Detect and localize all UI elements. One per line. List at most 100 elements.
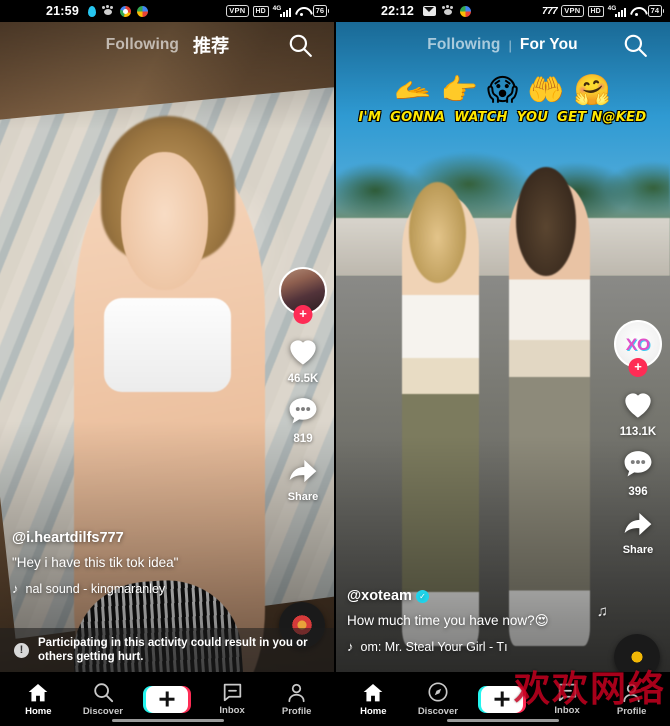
- comment-button[interactable]: 819: [287, 396, 319, 445]
- home-icon: [28, 683, 48, 701]
- mail-icon: [422, 6, 436, 16]
- avatar[interactable]: XO +: [614, 320, 662, 377]
- safety-warning-banner: ! Participating in this activity could r…: [0, 628, 335, 672]
- nav-create[interactable]: [473, 685, 531, 713]
- heart-icon: [621, 388, 655, 424]
- video-sticker-text: 🫴 👉 😱 🤲 🤗 I'M GONNA WATCH YOU GET N@KED: [335, 76, 670, 126]
- music-row[interactable]: ♪ nal sound - kingmaranley: [12, 581, 264, 596]
- battery-badge: 74: [647, 5, 665, 17]
- home-indicator: [111, 719, 224, 722]
- vpn-badge: VPN: [561, 5, 584, 17]
- tab-for-you[interactable]: For You: [520, 36, 578, 54]
- emoji-2: 😱: [486, 74, 519, 107]
- like-button[interactable]: 113.1K: [620, 388, 656, 438]
- right-feed-header: Following | For You: [335, 22, 670, 68]
- dual-phone-screenshot: 21:59 VPN HD 4G 76 Following 推荐 + 46.5K …: [0, 0, 670, 726]
- nav-profile[interactable]: Profile: [268, 682, 326, 717]
- music-row[interactable]: ♪ om: Mr. Steal Your Girl - Tı: [347, 639, 599, 654]
- signal-icon: 4G: [273, 5, 291, 17]
- verified-badge-icon: ✓: [415, 589, 429, 603]
- nav-home-label: Home: [25, 705, 52, 717]
- paw-icon: [101, 6, 114, 16]
- author-handle[interactable]: @i.heartdilfs777: [12, 530, 264, 546]
- search-icon[interactable]: [622, 32, 648, 58]
- tab-for-you[interactable]: 推荐: [193, 32, 229, 58]
- share-button[interactable]: Share: [622, 509, 654, 556]
- battery-badge: 76: [312, 5, 330, 17]
- nav-profile-label: Profile: [281, 705, 312, 717]
- author-handle[interactable]: @xoteam ✓: [347, 588, 599, 604]
- nav-home[interactable]: Home: [9, 682, 67, 717]
- hd-badge: HD: [252, 5, 269, 17]
- like-count: 113.1K: [619, 426, 657, 438]
- chrome-icon: [119, 5, 131, 17]
- music-note-icon: ♪: [347, 639, 354, 654]
- left-feed-header: Following 推荐: [0, 22, 335, 68]
- music-title: om: Mr. Steal Your Girl - Tı: [360, 639, 508, 654]
- music-title: nal sound - kingmaranley: [25, 581, 166, 596]
- nav-inbox[interactable]: Inbox: [538, 682, 596, 716]
- nav-profile[interactable]: Profile: [603, 682, 661, 717]
- share-button[interactable]: Share: [287, 456, 319, 503]
- right-bottom-nav: Home Discover Inbox Profile: [335, 672, 670, 726]
- avatar[interactable]: +: [279, 267, 327, 324]
- nav-home[interactable]: Home: [344, 682, 402, 717]
- right-caption-block: @xoteam ✓ How much time you have now?😍 ♪…: [347, 588, 599, 654]
- photos-icon: [459, 5, 471, 17]
- status-left-icons: [422, 5, 471, 17]
- like-count: 46.5K: [287, 373, 319, 385]
- emoji-1: 👉: [440, 74, 478, 107]
- tab-following[interactable]: Following: [106, 36, 179, 54]
- like-button[interactable]: 46.5K: [286, 335, 320, 385]
- right-action-rail: XO + 113.1K 396 Share: [614, 320, 662, 567]
- sticker-word-row: I'M GONNA WATCH YOU GET N@KED: [359, 110, 647, 125]
- share-label: Share: [622, 544, 654, 556]
- vpn-badge: VPN: [226, 5, 249, 17]
- author-handle-text: @xoteam: [347, 588, 412, 605]
- wifi-icon: [630, 6, 644, 17]
- panel-divider: [334, 0, 336, 726]
- right-status-bar: 22:12 777 VPN HD 4G 74: [335, 0, 670, 22]
- follow-button[interactable]: +: [628, 358, 648, 377]
- status-left-icons: [87, 5, 148, 17]
- comment-button[interactable]: 396: [622, 449, 654, 498]
- nav-discover[interactable]: Discover: [409, 681, 467, 717]
- emoji-4: 🤗: [573, 74, 611, 107]
- avatar-text: XO: [625, 334, 651, 354]
- plus-create-icon[interactable]: [143, 685, 192, 713]
- hd-badge: HD: [587, 5, 604, 17]
- water-drop-icon: [87, 5, 96, 17]
- share-label: Share: [287, 491, 319, 503]
- search-icon: [94, 683, 113, 703]
- signal-icon: 4G: [607, 4, 626, 17]
- share-arrow-icon: [287, 456, 319, 489]
- share-arrow-icon: [622, 509, 654, 542]
- carrier-label: 777: [542, 5, 558, 17]
- sticker-emoji-row: 🫴 👉 😱 🤲 🤗: [394, 76, 611, 106]
- follow-button[interactable]: +: [293, 305, 313, 324]
- sticker-word-1: GONNA: [390, 110, 446, 125]
- comment-icon: [287, 396, 319, 431]
- emoji-0: 🫴: [394, 74, 432, 107]
- nav-discover[interactable]: Discover: [74, 681, 132, 717]
- inbox-icon: [223, 683, 241, 702]
- plus-create-icon[interactable]: [478, 685, 527, 713]
- left-phone-panel: 21:59 VPN HD 4G 76 Following 推荐 + 46.5K …: [0, 0, 335, 726]
- comment-count: 396: [628, 486, 648, 498]
- network-type-label: 4G: [607, 4, 617, 12]
- sticker-word-4: GET N@KED: [557, 110, 647, 125]
- nav-home-label: Home: [360, 705, 387, 717]
- search-icon[interactable]: [287, 32, 313, 58]
- nav-create[interactable]: [138, 685, 196, 713]
- nav-discover-label: Discover: [417, 706, 458, 717]
- sticker-word-0: I'M: [358, 110, 382, 125]
- comment-icon: [622, 449, 654, 484]
- left-bottom-nav: Home Discover Inbox Profile: [0, 672, 335, 726]
- status-clock: 22:12: [381, 4, 414, 18]
- tab-following[interactable]: Following: [427, 36, 500, 54]
- nav-inbox[interactable]: Inbox: [203, 682, 261, 716]
- status-right-icons: 777 VPN HD 4G 74: [542, 4, 665, 17]
- status-right-icons: VPN HD 4G 76: [226, 5, 330, 17]
- nav-profile-label: Profile: [616, 705, 647, 717]
- wifi-icon: [295, 6, 309, 17]
